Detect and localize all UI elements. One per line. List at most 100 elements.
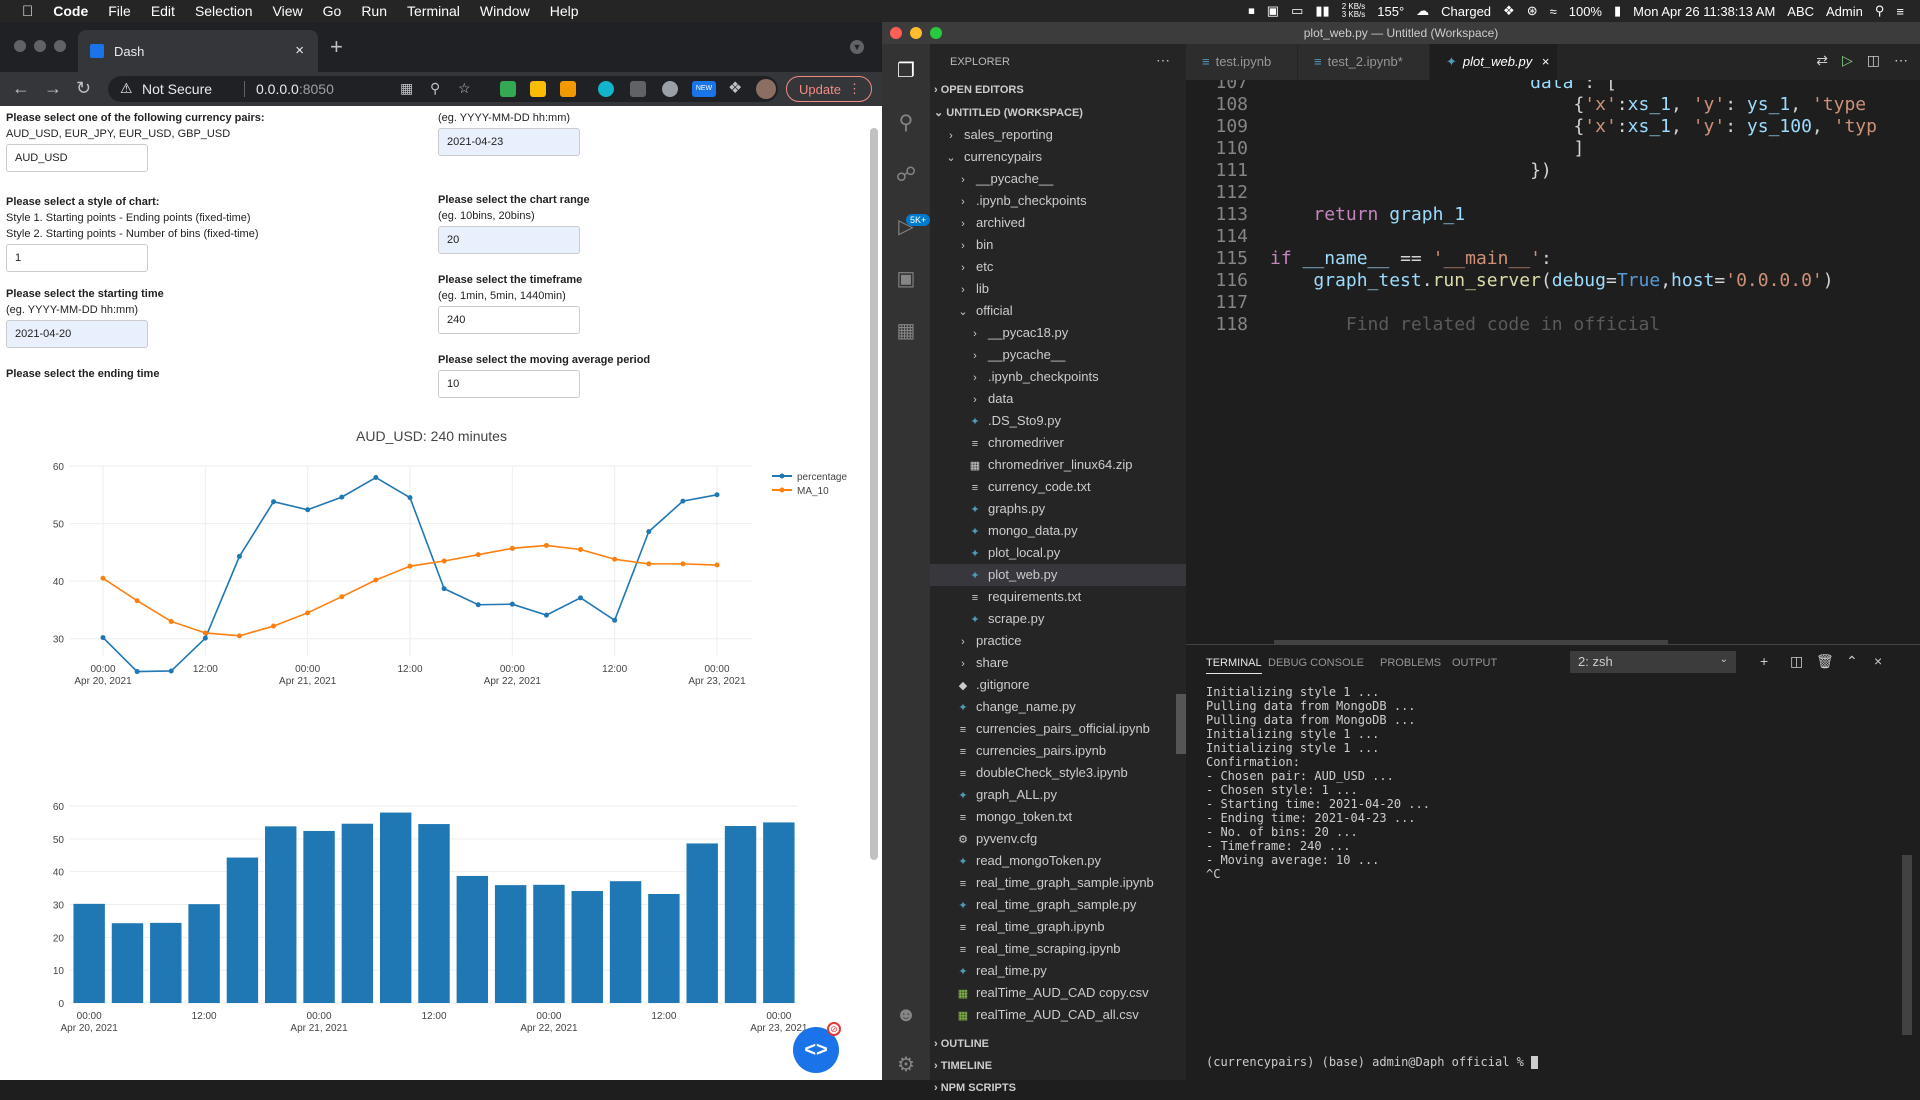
more-actions-icon[interactable]: ⋯	[1156, 52, 1170, 69]
ma-input[interactable]	[438, 370, 580, 398]
split-terminal-icon[interactable]: ◫	[1790, 653, 1803, 670]
wifi-icon[interactable]: ≈	[1550, 4, 1557, 19]
code-line[interactable]: return graph_1	[1270, 204, 1465, 225]
end-time-input[interactable]	[438, 128, 580, 156]
input-source[interactable]: ABC	[1787, 4, 1814, 19]
kill-terminal-icon[interactable]: 🗑	[1816, 653, 1834, 670]
bluetooth-icon[interactable]: ⊛	[1527, 3, 1538, 19]
terminal-scrollbar[interactable]	[1902, 855, 1912, 1035]
currency-input[interactable]	[6, 144, 148, 172]
menu-edit[interactable]: Edit	[141, 3, 185, 19]
run-debug-icon[interactable]: ▷	[894, 214, 918, 238]
workspace-section[interactable]: ⌄ UNTITLED (WORKSPACE)	[930, 102, 1186, 124]
folder-item[interactable]: › sales_reporting	[930, 124, 1186, 146]
sidebar-scrollbar[interactable]	[1176, 694, 1186, 754]
file-item[interactable]: ≡ doubleCheck_style3.ipynb	[930, 762, 1186, 784]
code-line[interactable]: ]	[1270, 138, 1584, 159]
folder-item[interactable]: ⌄ official	[930, 300, 1186, 322]
compare-changes-icon[interactable]: ⇄	[1816, 52, 1828, 69]
menu-view[interactable]: View	[263, 3, 313, 19]
file-item[interactable]: ✦ mongo_data.py	[930, 520, 1186, 542]
file-item[interactable]: ≡ real_time_scraping.ipynb	[930, 938, 1186, 960]
back-icon[interactable]: ←	[12, 78, 30, 99]
menu-file[interactable]: File	[98, 3, 141, 19]
source-control-icon[interactable]: ☍	[894, 162, 918, 186]
tab-debug-console[interactable]: DEBUG CONSOLE	[1268, 657, 1364, 669]
tab-output[interactable]: OUTPUT	[1452, 657, 1497, 669]
menu-go[interactable]: Go	[313, 3, 352, 19]
timeframe-input[interactable]	[438, 306, 580, 334]
apple-menu-icon[interactable]: 	[0, 3, 43, 20]
split-editor-icon[interactable]: ◫	[1867, 52, 1880, 69]
control-center-icon[interactable]: ≡	[1896, 4, 1904, 19]
folder-item[interactable]: › __pycache__	[930, 168, 1186, 190]
account-icon[interactable]: ☻	[894, 1004, 918, 1028]
tab-problems[interactable]: PROBLEMS	[1380, 657, 1441, 669]
menu-help[interactable]: Help	[540, 3, 589, 19]
folder-item[interactable]: › archived	[930, 212, 1186, 234]
file-item[interactable]: ✦ scrape.py	[930, 608, 1186, 630]
folder-item[interactable]: › __pycache__	[930, 344, 1186, 366]
file-item[interactable]: ▦ realTime_AUD_CAD_all.csv	[930, 1004, 1186, 1024]
file-item[interactable]: ✦ change_name.py	[930, 696, 1186, 718]
folder-item[interactable]: › share	[930, 652, 1186, 674]
code-line[interactable]: })	[1270, 160, 1552, 181]
file-item[interactable]: ◆ .gitignore	[930, 674, 1186, 696]
clock[interactable]: Mon Apr 26 11:38:13 AM	[1633, 4, 1775, 19]
extension-icon[interactable]	[530, 81, 546, 97]
file-item[interactable]: ✦ graph_ALL.py	[930, 784, 1186, 806]
menu-terminal[interactable]: Terminal	[397, 3, 470, 19]
folder-item[interactable]: ⌄ currencypairs	[930, 146, 1186, 168]
update-button[interactable]: Update ⋮	[786, 76, 872, 102]
terminal-selector[interactable]: 2: zsh ⌄	[1570, 651, 1736, 673]
new-extension-icon[interactable]: NEW	[692, 81, 716, 97]
tab-plot-web-py[interactable]: ✦ plot_web.py ×	[1430, 44, 1558, 80]
folder-item[interactable]: › etc	[930, 256, 1186, 278]
folder-item[interactable]: › .ipynb_checkpoints	[930, 190, 1186, 212]
menu-run[interactable]: Run	[351, 3, 397, 19]
minimize-window-button[interactable]	[34, 40, 46, 52]
maximize-panel-icon[interactable]: ⌃	[1846, 653, 1858, 670]
extension-icon[interactable]	[630, 81, 646, 97]
file-item[interactable]: ≡ currencies_pairs_official.ipynb	[930, 718, 1186, 740]
file-item[interactable]: ≡ mongo_token.txt	[930, 806, 1186, 828]
monitor-icon[interactable]: ▭	[1291, 3, 1303, 19]
terminal-output[interactable]: Initializing style 1 ... Pulling data fro…	[1206, 685, 1906, 881]
file-item[interactable]: ≡ real_time_graph_sample.ipynb	[930, 872, 1186, 894]
folder-item[interactable]: › .ipynb_checkpoints	[930, 366, 1186, 388]
close-tab-icon[interactable]: ×	[295, 42, 304, 59]
folder-item[interactable]: › data	[930, 388, 1186, 410]
bookmark-star-icon[interactable]: ☆	[458, 80, 471, 97]
more-actions-icon[interactable]: ⋯	[1894, 52, 1908, 69]
kebab-menu-icon[interactable]: ⋮	[848, 81, 861, 97]
extension-icon[interactable]	[598, 81, 614, 97]
memory-icon[interactable]: ▮▮	[1315, 3, 1329, 19]
code-view[interactable]: 107 data': [108 {'x':xs_1, 'y': ys_1, 't…	[1186, 80, 1920, 640]
menu-window[interactable]: Window	[470, 3, 540, 19]
cloud-icon[interactable]: ☁	[1416, 3, 1429, 19]
extensions-icon[interactable]: ▦	[894, 318, 918, 342]
file-item[interactable]: ≡ currency_code.txt	[930, 476, 1186, 498]
menu-selection[interactable]: Selection	[185, 3, 263, 19]
file-item[interactable]: ≡ real_time_graph.ipynb	[930, 916, 1186, 938]
file-item[interactable]: ≡ currencies_pairs.ipynb	[930, 740, 1186, 762]
tab-test-2-ipynb[interactable]: ≡ test_2.ipynb*	[1298, 44, 1430, 80]
remote-explorer-icon[interactable]: ▣	[894, 266, 918, 290]
folder-item[interactable]: › __pycac18.py	[930, 322, 1186, 344]
file-item[interactable]: ▦ chromedriver_linux64.zip	[930, 454, 1186, 476]
new-tab-button[interactable]: +	[330, 34, 343, 60]
code-line[interactable]: {'x':xs_1, 'y': ys_100, 'typ	[1270, 116, 1877, 137]
profile-avatar[interactable]	[756, 79, 776, 99]
timeline-section[interactable]: › TIMELINE	[930, 1056, 1186, 1078]
extension-icon[interactable]	[662, 81, 678, 97]
stop-record-icon[interactable]: ⏹	[1248, 3, 1255, 19]
close-panel-icon[interactable]: ×	[1874, 653, 1882, 669]
qr-code-icon[interactable]: ▦	[400, 80, 413, 97]
app-menu[interactable]: Code	[43, 3, 98, 19]
close-window-button[interactable]	[14, 40, 26, 52]
file-item[interactable]: ⚙ pyvenv.cfg	[930, 828, 1186, 850]
file-item[interactable]: ≡ chromedriver	[930, 432, 1186, 454]
reload-icon[interactable]: ↻	[76, 78, 91, 99]
page-scrollbar[interactable]	[870, 128, 878, 860]
folder-item[interactable]: › lib	[930, 278, 1186, 300]
